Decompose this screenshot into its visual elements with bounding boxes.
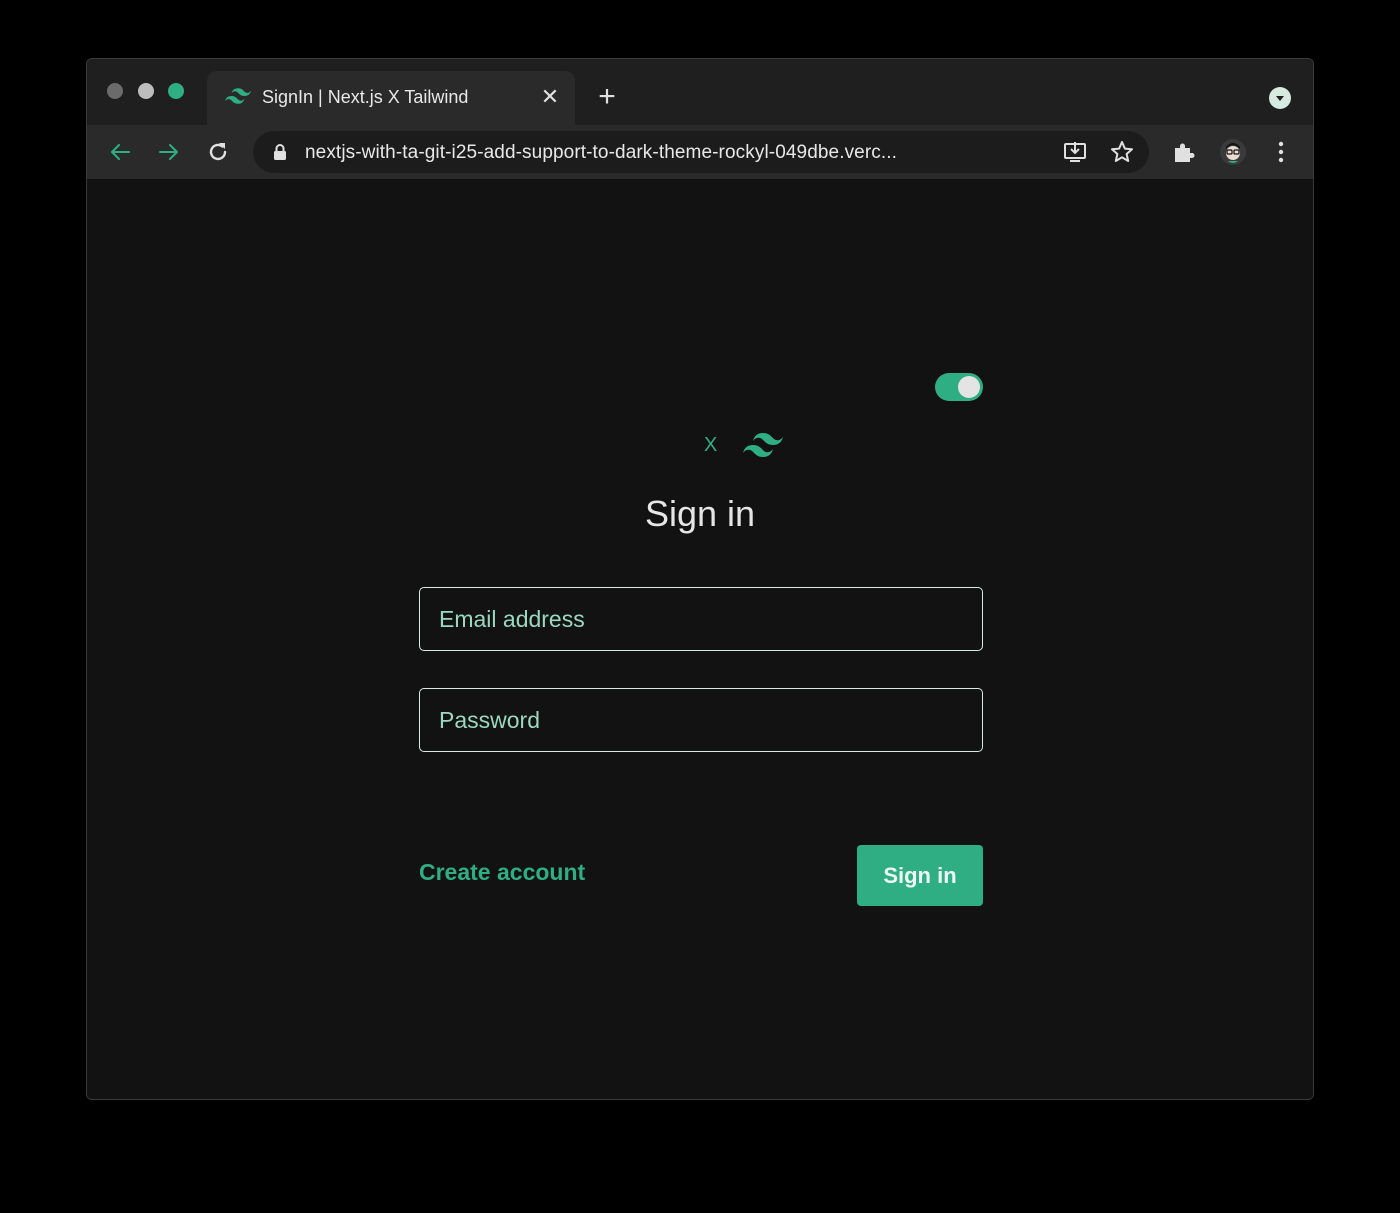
sign-in-button[interactable]: Sign in xyxy=(857,845,983,906)
tailwind-logo-icon xyxy=(225,88,251,104)
browser-window: SignIn | Next.js X Tailwind ✕ + nextjs-w… xyxy=(86,58,1314,1100)
chevron-down-icon xyxy=(1276,96,1284,101)
forward-arrow-icon[interactable] xyxy=(156,139,182,165)
minimize-window-button[interactable] xyxy=(138,83,154,99)
install-app-icon[interactable] xyxy=(1062,139,1088,165)
new-tab-button[interactable]: + xyxy=(594,82,620,112)
back-arrow-icon[interactable] xyxy=(107,139,133,165)
tab-title: SignIn | Next.js X Tailwind xyxy=(262,87,469,107)
toggle-knob xyxy=(958,376,980,398)
browser-toolbar: nextjs-with-ta-git-i25-add-support-to-da… xyxy=(87,125,1313,179)
bookmark-star-icon[interactable] xyxy=(1109,139,1135,165)
more-menu-icon[interactable] xyxy=(1268,139,1294,165)
profile-avatar-icon[interactable] xyxy=(1219,138,1247,166)
page-title: Sign in xyxy=(644,493,756,534)
maximize-window-button[interactable] xyxy=(168,83,184,99)
tailwind-logo-icon xyxy=(743,433,783,457)
tab-strip: SignIn | Next.js X Tailwind ✕ + xyxy=(87,59,1313,125)
close-window-button[interactable] xyxy=(107,83,123,99)
tab-search-button[interactable] xyxy=(1269,87,1291,109)
active-tab[interactable]: SignIn | Next.js X Tailwind ✕ xyxy=(207,71,575,125)
logo-x: X xyxy=(704,434,718,456)
address-bar[interactable]: nextjs-with-ta-git-i25-add-support-to-da… xyxy=(253,131,1149,173)
create-account-link[interactable]: Create account xyxy=(419,859,585,886)
email-field[interactable] xyxy=(419,587,983,651)
url-text: nextjs-with-ta-git-i25-add-support-to-da… xyxy=(305,142,898,163)
reload-icon[interactable] xyxy=(205,139,231,165)
extensions-puzzle-icon[interactable] xyxy=(1171,139,1197,165)
close-tab-icon[interactable]: ✕ xyxy=(539,86,561,108)
dark-mode-toggle[interactable] xyxy=(935,373,983,401)
password-field[interactable] xyxy=(419,688,983,752)
page-content: X Sign in Create account Sign in xyxy=(87,179,1313,1099)
lock-icon xyxy=(274,144,286,160)
